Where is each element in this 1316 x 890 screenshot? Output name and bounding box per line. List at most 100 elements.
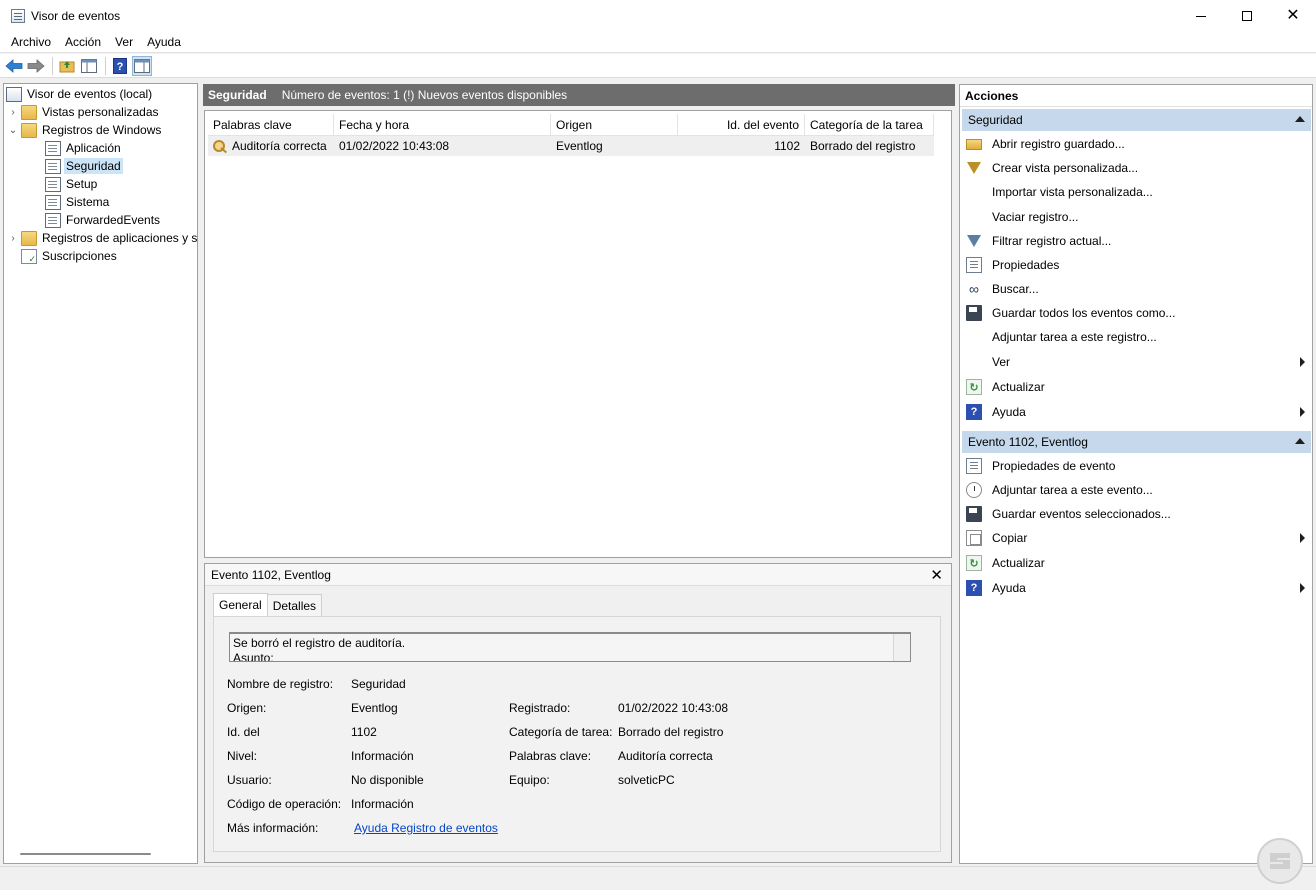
up-folder-button[interactable]: [57, 56, 77, 76]
action-create-custom-view[interactable]: Crear vista personalizada...: [962, 157, 1311, 179]
column-header-keywords[interactable]: Palabras clave: [208, 114, 334, 135]
events-list: Palabras clave Fecha y hora Origen Id. d…: [204, 110, 952, 558]
action-label: Ver: [992, 355, 1011, 369]
table-row[interactable]: Auditoría correcta 01/02/2022 10:43:08 E…: [208, 136, 934, 156]
column-header-task-category[interactable]: Categoría de la tarea: [805, 114, 934, 135]
chevron-right-icon[interactable]: ›: [8, 233, 18, 244]
column-header-source[interactable]: Origen: [551, 114, 678, 135]
collapse-icon[interactable]: [1295, 438, 1305, 444]
label-user: Usuario:: [227, 773, 272, 787]
actions-title: Acciones: [960, 85, 1312, 107]
back-icon: [5, 58, 23, 73]
value-keywords: Auditoría correcta: [618, 749, 713, 763]
vertical-scrollbar[interactable]: [893, 634, 910, 661]
horizontal-scrollbar[interactable]: [20, 853, 151, 855]
status-bar: [0, 866, 1316, 890]
description-line: Asunto:: [233, 651, 274, 662]
event-description-box[interactable]: Se borró el registro de auditoría. Asunt…: [229, 632, 911, 662]
action-copy-submenu[interactable]: Copiar: [962, 527, 1311, 549]
tree-node-label: ForwardedEvents: [66, 213, 161, 227]
label-level: Nivel:: [227, 749, 258, 763]
tree-node-forwarded-events[interactable]: ForwardedEvents: [45, 211, 162, 229]
chevron-down-icon[interactable]: ⌄: [8, 125, 18, 136]
show-hide-action-pane-button[interactable]: [132, 55, 152, 76]
action-label: Buscar...: [992, 282, 1039, 296]
tree-node-root[interactable]: Visor de eventos (local): [6, 85, 154, 103]
action-help-event-submenu[interactable]: ? Ayuda: [962, 577, 1311, 599]
action-clear-log[interactable]: Vaciar registro...: [962, 206, 1311, 228]
menu-ayuda[interactable]: Ayuda: [140, 35, 188, 49]
tree-node-application[interactable]: Aplicación: [45, 139, 123, 157]
menu-ver[interactable]: Ver: [108, 35, 140, 49]
column-header-datetime[interactable]: Fecha y hora: [334, 114, 551, 135]
action-import-custom-view[interactable]: Importar vista personalizada...: [962, 181, 1311, 203]
help-link-event-log[interactable]: Ayuda Registro de eventos: [354, 821, 498, 835]
toolbar: ?: [0, 54, 1316, 78]
maximize-button[interactable]: [1224, 0, 1270, 32]
tree-node-subscriptions[interactable]: Suscripciones: [21, 247, 119, 265]
tree-node-app-services-logs[interactable]: › Registros de aplicaciones y s: [8, 229, 197, 247]
filter-shape: [967, 162, 981, 174]
action-open-saved-log[interactable]: Abrir registro guardado...: [962, 133, 1311, 155]
tree-node-security[interactable]: Seguridad: [45, 157, 123, 175]
action-refresh-event[interactable]: ↻ Actualizar: [962, 552, 1311, 574]
action-refresh[interactable]: ↻ Actualizar: [962, 376, 1311, 398]
column-header-event-id[interactable]: Id. del evento: [678, 114, 805, 135]
action-label: Propiedades: [992, 258, 1060, 272]
event-count-summary: Número de eventos: 1 (!) Nuevos eventos …: [281, 88, 568, 102]
action-help-submenu[interactable]: ? Ayuda: [962, 401, 1311, 423]
action-attach-task-event[interactable]: Adjuntar tarea a este evento...: [962, 479, 1311, 501]
menu-accion[interactable]: Acción: [58, 35, 108, 49]
back-button[interactable]: [4, 56, 24, 76]
close-detail-button[interactable]: ✕: [930, 566, 943, 584]
tree-node-label: Sistema: [66, 195, 110, 209]
tree-node-custom-views[interactable]: › Vistas personalizadas: [8, 103, 161, 121]
menu-archivo[interactable]: Archivo: [4, 35, 58, 49]
action-find[interactable]: ∞ Buscar...: [962, 278, 1311, 300]
cell-task-category: Borrado del registro: [810, 139, 916, 153]
action-view-submenu[interactable]: Ver: [962, 351, 1311, 373]
submenu-arrow-icon: [1300, 583, 1305, 593]
chevron-right-icon[interactable]: ›: [8, 107, 18, 118]
action-attach-task-log[interactable]: Adjuntar tarea a este registro...: [962, 326, 1311, 348]
action-save-all-events[interactable]: Guardar todos los eventos como...: [962, 302, 1311, 324]
event-viewer-icon: [6, 86, 22, 102]
tab-general[interactable]: General: [213, 593, 268, 616]
action-label: Adjuntar tarea a este registro...: [992, 330, 1157, 344]
value-source: Eventlog: [351, 701, 398, 715]
collapse-icon[interactable]: [1295, 116, 1305, 122]
up-folder-icon: [59, 60, 75, 72]
action-label: Filtrar registro actual...: [992, 234, 1112, 248]
tab-details[interactable]: Detalles: [266, 594, 323, 616]
help-icon: ?: [113, 57, 127, 74]
close-window-button[interactable]: ✕: [1270, 0, 1316, 32]
refresh-icon: ↻: [966, 555, 982, 571]
cell-datetime: 01/02/2022 10:43:08: [339, 139, 450, 153]
forward-icon: [27, 58, 45, 73]
help-icon: ?: [966, 404, 982, 420]
show-hide-action-pane-icon: [134, 58, 150, 73]
tree-node-windows-logs[interactable]: ⌄ Registros de Windows: [8, 121, 163, 139]
help-button[interactable]: ?: [110, 56, 130, 76]
tree-node-label: Aplicación: [66, 141, 121, 155]
tree-node-system[interactable]: Sistema: [45, 193, 111, 211]
properties-icon: [966, 257, 982, 273]
action-event-properties[interactable]: Propiedades de evento: [962, 455, 1311, 477]
actions-section-security[interactable]: Seguridad: [962, 109, 1311, 131]
actions-section-event[interactable]: Evento 1102, Eventlog: [962, 431, 1311, 453]
window-title: Visor de eventos: [31, 9, 121, 23]
action-filter-current-log[interactable]: Filtrar registro actual...: [962, 230, 1311, 252]
action-label: Guardar todos los eventos como...: [992, 306, 1176, 320]
event-detail-title: Evento 1102, Eventlog: [211, 567, 331, 582]
refresh-icon: ↻: [966, 379, 982, 395]
show-hide-tree-button[interactable]: [79, 56, 99, 76]
action-save-selected-events[interactable]: Guardar eventos seleccionados...: [962, 503, 1311, 525]
cell-event-id: 1102: [774, 139, 800, 153]
action-label: Propiedades de evento: [992, 459, 1116, 473]
cell-source: Eventlog: [556, 139, 603, 153]
action-properties[interactable]: Propiedades: [962, 254, 1311, 276]
minimize-button[interactable]: [1178, 0, 1224, 32]
forward-button[interactable]: [26, 56, 46, 76]
tree-node-setup[interactable]: Setup: [45, 175, 99, 193]
log-icon: [45, 140, 61, 156]
